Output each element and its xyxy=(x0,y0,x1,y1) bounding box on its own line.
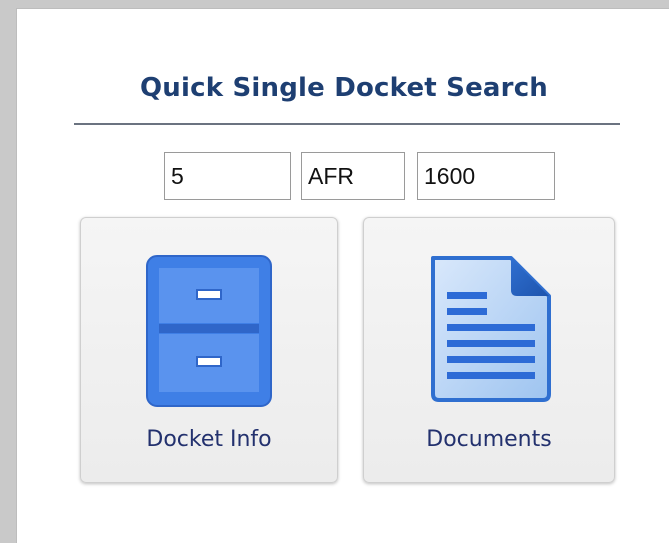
docket-type-field[interactable] xyxy=(301,152,405,200)
document-icon xyxy=(425,254,553,406)
documents-button[interactable]: Documents xyxy=(363,217,615,483)
documents-label: Documents xyxy=(426,427,552,452)
docket-year-field[interactable] xyxy=(417,152,555,200)
docket-info-label: Docket Info xyxy=(146,427,272,452)
docket-number-field[interactable] xyxy=(164,152,291,200)
filing-cabinet-icon xyxy=(145,254,273,412)
docket-info-button[interactable]: Docket Info xyxy=(80,217,338,483)
page-title: Quick Single Docket Search xyxy=(139,73,549,103)
title-divider xyxy=(74,123,620,125)
